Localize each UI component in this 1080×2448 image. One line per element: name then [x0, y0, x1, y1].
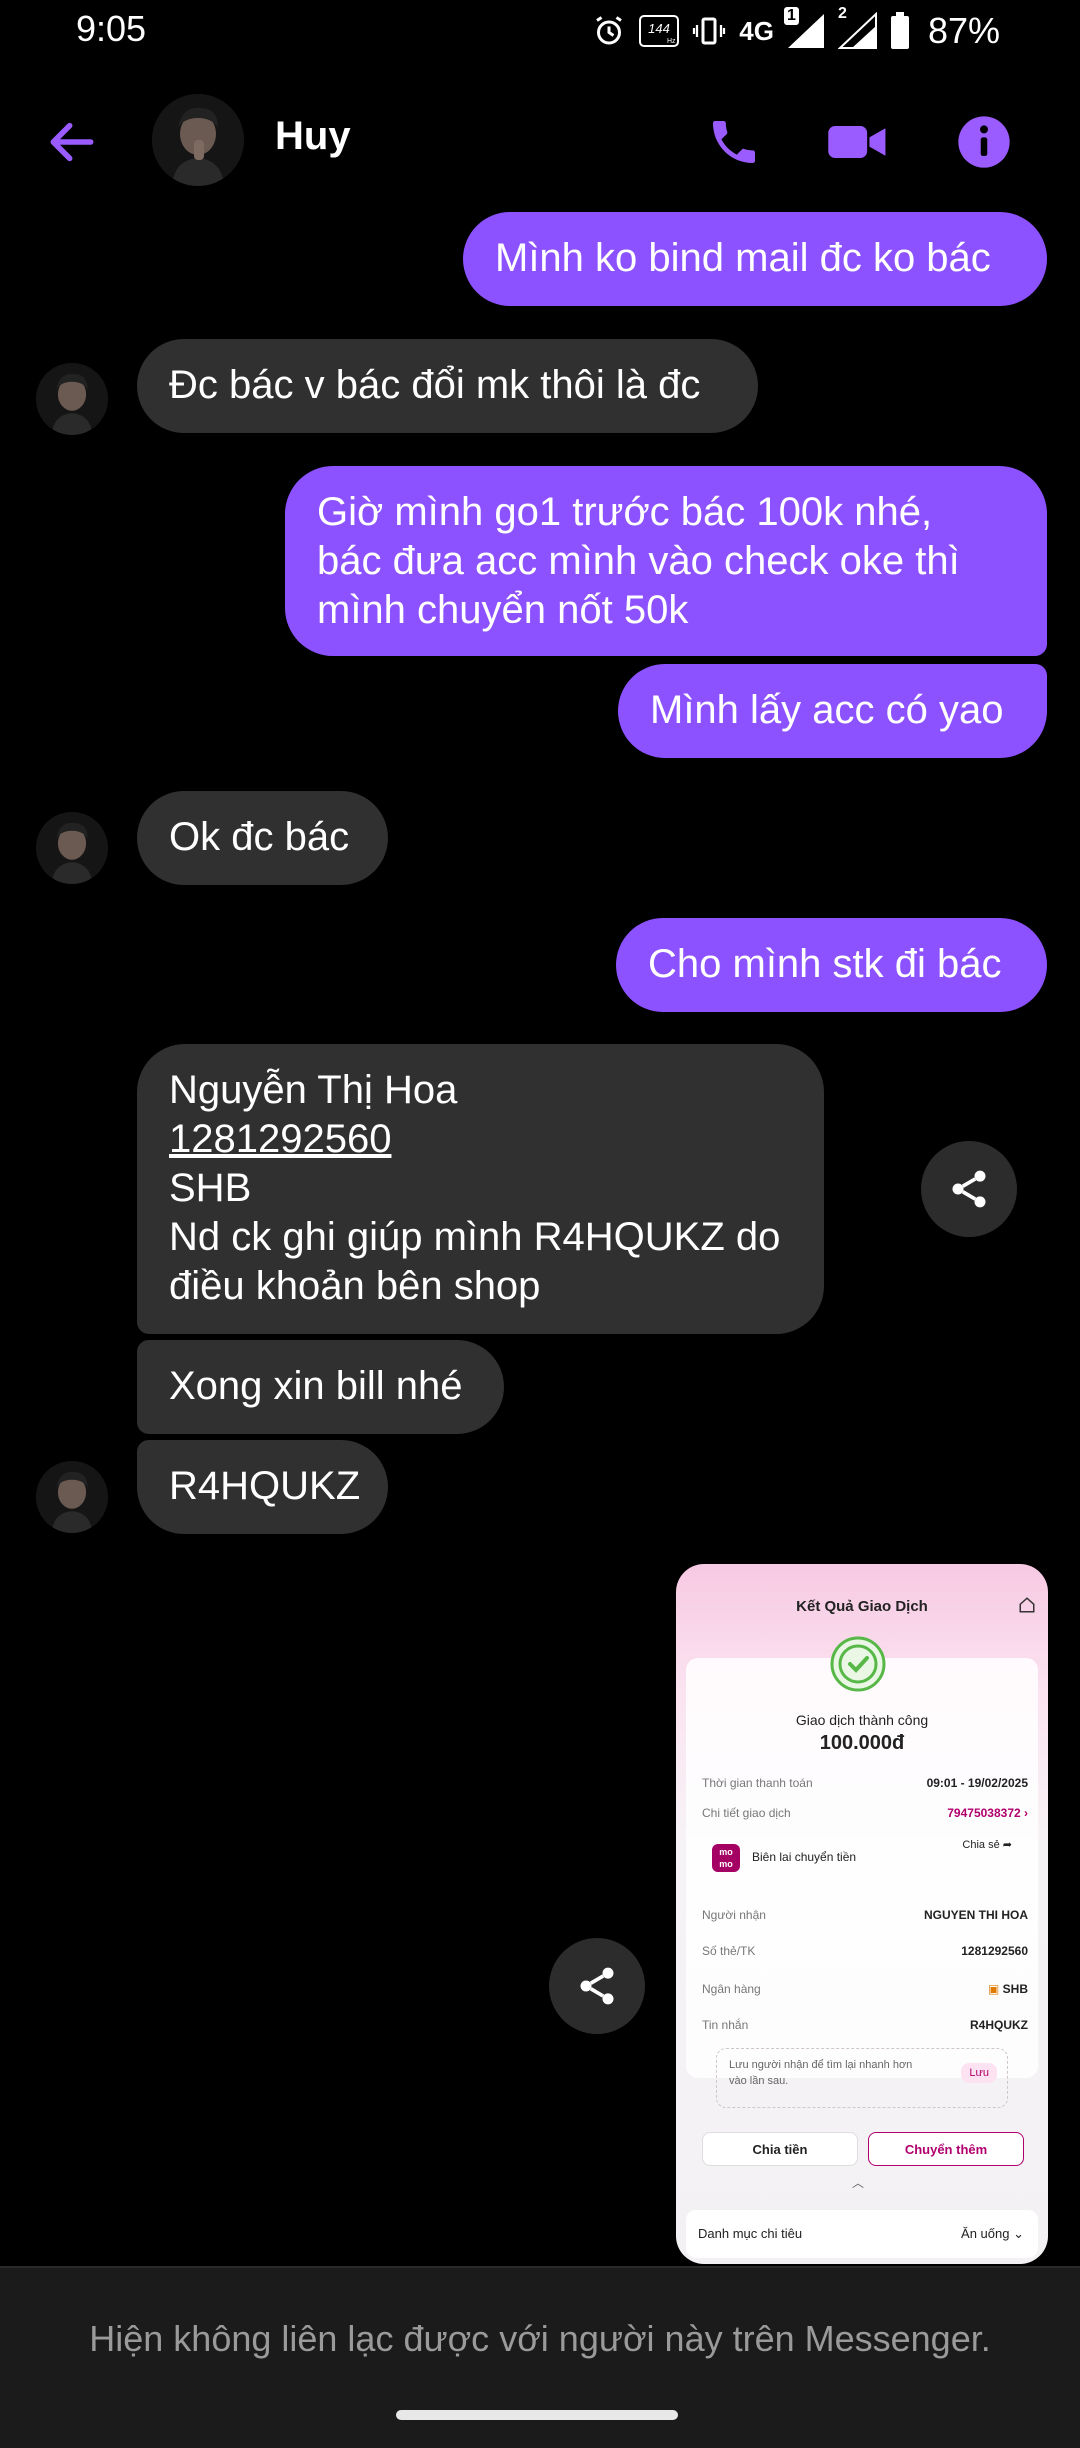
- signal-sim1-icon: 1: [783, 7, 826, 51]
- info-icon: [958, 116, 1010, 168]
- account-number-link[interactable]: 1281292560: [169, 1115, 792, 1164]
- message-incoming[interactable]: Xong xin bill nhé: [137, 1340, 504, 1434]
- receipt-save-button: Lưu: [961, 2063, 997, 2083]
- svg-text:Hz: Hz: [667, 38, 676, 45]
- sim2-badge: 2: [837, 5, 847, 22]
- label: Chi tiết giao dịch: [702, 1806, 791, 1820]
- value: 79475038372 ›: [947, 1806, 1028, 1820]
- message-text: Đc bác v bác đổi mk thôi là đc: [169, 363, 701, 407]
- share-icon: [580, 1967, 614, 2005]
- label: Thời gian thanh toán: [702, 1776, 813, 1790]
- receipt-status: Giao dịch thành công: [795, 1712, 929, 1728]
- receipt-title: Kết Quả Giao Dịch: [796, 1598, 928, 1615]
- message-incoming[interactable]: Ok đc bác: [137, 791, 388, 885]
- home-indicator[interactable]: [396, 2410, 678, 2420]
- receipt-amount: 100.000đ: [819, 1732, 905, 1754]
- value: 09:01 - 19/02/2025: [926, 1776, 1028, 1790]
- network-type-label: 4G: [739, 15, 774, 46]
- bank-name: SHB: [169, 1166, 252, 1210]
- category-label: Danh mục chi tiêu: [698, 2226, 803, 2241]
- message-text: Mình lấy acc có yao: [650, 688, 1004, 732]
- message-text: Ok đc bác: [169, 815, 350, 859]
- receipt-share: Chia sẻ ➦: [962, 1839, 1012, 1851]
- phone-icon: [713, 121, 755, 163]
- share-button[interactable]: [549, 1938, 645, 2034]
- composer-unavailable-bar: Hiện không liên lạc được với người này t…: [0, 2266, 1080, 2448]
- receipt-recipient-row: Người nhận NGUYEN THI HOA: [702, 1908, 1028, 1922]
- value: ▣ SHB: [987, 1982, 1028, 1996]
- battery-icon: [890, 11, 910, 51]
- back-arrow-icon: [50, 122, 94, 162]
- alarm-icon: [591, 11, 627, 51]
- unavailable-message: Hiện không liên lạc được với người này t…: [89, 2318, 991, 2359]
- transfer-note-line: điều khoản bên shop: [169, 1264, 541, 1308]
- home-icon: [1019, 1597, 1035, 1613]
- contact-avatar-small[interactable]: [36, 1461, 108, 1533]
- account-holder-name: Nguyễn Thị Hoa: [169, 1068, 458, 1112]
- value: R4HQUKZ: [969, 2018, 1028, 2032]
- battery-percent: 87%: [927, 10, 1000, 51]
- label: Số thẻ/TK: [702, 1944, 756, 1958]
- receipt-category-row: Danh mục chi tiêu Ăn uống ⌄: [686, 2210, 1038, 2258]
- refresh-rate-icon: 144 Hz: [639, 11, 680, 51]
- value: 1281292560: [961, 1944, 1028, 1958]
- receipt-bank-row: Ngân hàng ▣ SHB: [702, 1982, 1028, 1996]
- message-outgoing[interactable]: Mình lấy acc có yao: [618, 664, 1047, 758]
- voice-call-button[interactable]: [702, 110, 766, 174]
- transfer-note-line: Nd ck ghi giúp mình R4HQUKZ do: [169, 1215, 781, 1259]
- status-icons: 144 Hz 4G 1 2 87%: [591, 5, 1000, 52]
- shared-receipt-image[interactable]: Kết Quả Giao Dịch Giao dịch thành công 1…: [676, 1564, 1048, 2264]
- share-icon: [952, 1170, 986, 1208]
- momo-logo: mo mo: [712, 1844, 740, 1872]
- receipt-save-note: Lưu người nhận để tìm lại nhanh hơn vào …: [716, 2048, 1008, 2108]
- category-value: Ăn uống ⌄: [961, 2226, 1024, 2241]
- message-text: Giờ mình go1 trước bác 100k nhé, bác đưa…: [317, 490, 960, 632]
- message-text: Cho mình stk đi bác: [648, 942, 1002, 986]
- chat-header: Huy: [0, 80, 1080, 200]
- label: Ngân hàng: [702, 1982, 761, 1996]
- contact-avatar-small[interactable]: [36, 363, 108, 435]
- contact-name[interactable]: Huy: [275, 114, 351, 159]
- sim1-badge: 1: [783, 7, 799, 25]
- receipt-transfer-more-button: Chuyển thêm: [868, 2132, 1024, 2166]
- receipt-split-button: Chia tiền: [702, 2132, 858, 2166]
- refresh-rate-text: 144: [648, 21, 670, 36]
- share-button[interactable]: [921, 1141, 1017, 1237]
- info-button[interactable]: [952, 110, 1016, 174]
- video-camera-icon: [828, 126, 886, 158]
- receipt-detail-row: Chi tiết giao dịch 79475038372 ›: [702, 1806, 1028, 1820]
- receipt-momo-row: mo mo Biên lai chuyển tiền Chia sẻ ➦: [706, 1836, 1018, 1880]
- label: Tin nhắn: [702, 2018, 749, 2032]
- receipt-time-row: Thời gian thanh toán 09:01 - 19/02/2025: [702, 1776, 1028, 1790]
- value: NGUYEN THI HOA: [923, 1908, 1028, 1922]
- message-incoming-account-info[interactable]: Nguyễn Thị Hoa 1281292560 SHB Nd ck ghi …: [137, 1044, 824, 1334]
- message-text: R4HQUKZ: [169, 1464, 361, 1508]
- status-time: 9:05: [76, 8, 147, 49]
- chevron-up-icon: ︿: [852, 2176, 865, 2190]
- message-outgoing[interactable]: Giờ mình go1 trước bác 100k nhé, bác đưa…: [285, 466, 1047, 656]
- receipt-status-bar: [676, 1564, 1048, 1586]
- success-check-icon: [830, 1636, 886, 1692]
- message-outgoing[interactable]: Cho mình stk đi bác: [616, 918, 1047, 1012]
- signal-sim2-icon: 2: [837, 5, 878, 51]
- receipt-message-row: Tin nhắn R4HQUKZ: [702, 2018, 1028, 2032]
- message-incoming[interactable]: Đc bác v bác đổi mk thôi là đc: [137, 339, 758, 433]
- back-button[interactable]: [40, 110, 104, 174]
- contact-avatar-small[interactable]: [36, 812, 108, 884]
- video-call-button[interactable]: [826, 110, 890, 174]
- momo-label: Biên lai chuyển tiền: [752, 1850, 857, 1864]
- label: Người nhận: [702, 1908, 766, 1922]
- contact-avatar[interactable]: [152, 94, 244, 186]
- vibrate-icon: [691, 11, 727, 51]
- message-outgoing[interactable]: Mình ko bind mail đc ko bác: [463, 212, 1047, 306]
- status-bar: 9:05 144 Hz 4G 1 2 87%: [0, 0, 1080, 60]
- receipt-account-row: Số thẻ/TK 1281292560: [702, 1944, 1028, 1958]
- message-text: Xong xin bill nhé: [169, 1364, 463, 1408]
- message-incoming[interactable]: R4HQUKZ: [137, 1440, 388, 1534]
- message-text: Mình ko bind mail đc ko bác: [495, 236, 991, 280]
